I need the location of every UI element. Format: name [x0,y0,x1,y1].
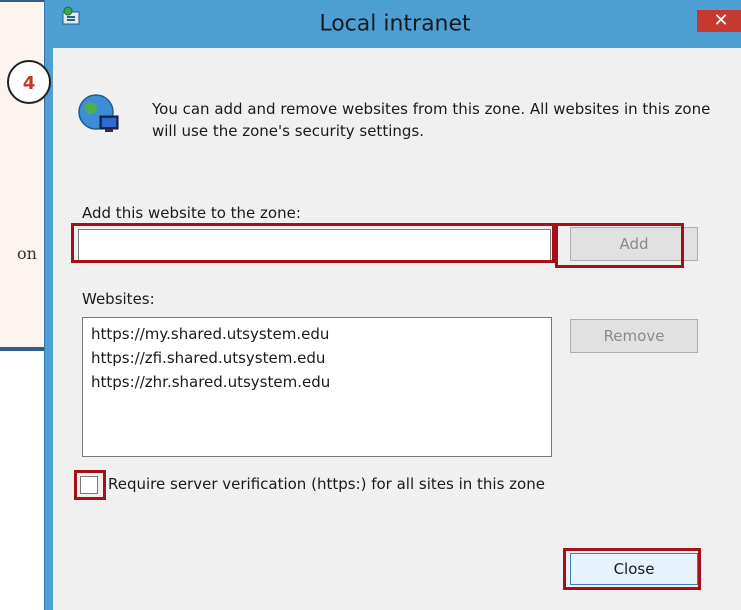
list-item[interactable]: https://zhr.shared.utsystem.edu [91,370,543,394]
list-item[interactable]: https://zfi.shared.utsystem.edu [91,346,543,370]
window-title: Local intranet [319,11,471,37]
website-input[interactable] [78,229,551,261]
websites-label: Websites: [82,290,155,308]
require-verification-row: Require server verification (https:) for… [74,470,694,500]
remove-button[interactable]: Remove [570,319,698,353]
intro-text: You can add and remove websites from thi… [152,100,711,140]
close-window-button[interactable]: ✕ [697,10,741,32]
list-item[interactable]: https://my.shared.utsystem.edu [91,322,543,346]
title-bar[interactable]: Local intranet [45,0,741,37]
instruction-text-fragment: on [17,244,37,263]
close-icon: ✕ [713,10,729,31]
websites-list[interactable]: https://my.shared.utsystem.edu https://z… [82,317,552,457]
require-verification-label[interactable]: Require server verification (https:) for… [108,475,545,493]
globe-computer-icon [76,92,122,138]
add-button[interactable]: Add [570,227,698,261]
instruction-panel [0,0,48,351]
add-website-label: Add this website to the zone: [82,204,301,222]
step-badge: 4 [7,60,51,104]
require-verification-checkbox[interactable] [80,476,98,494]
close-button[interactable]: Close [570,553,698,585]
